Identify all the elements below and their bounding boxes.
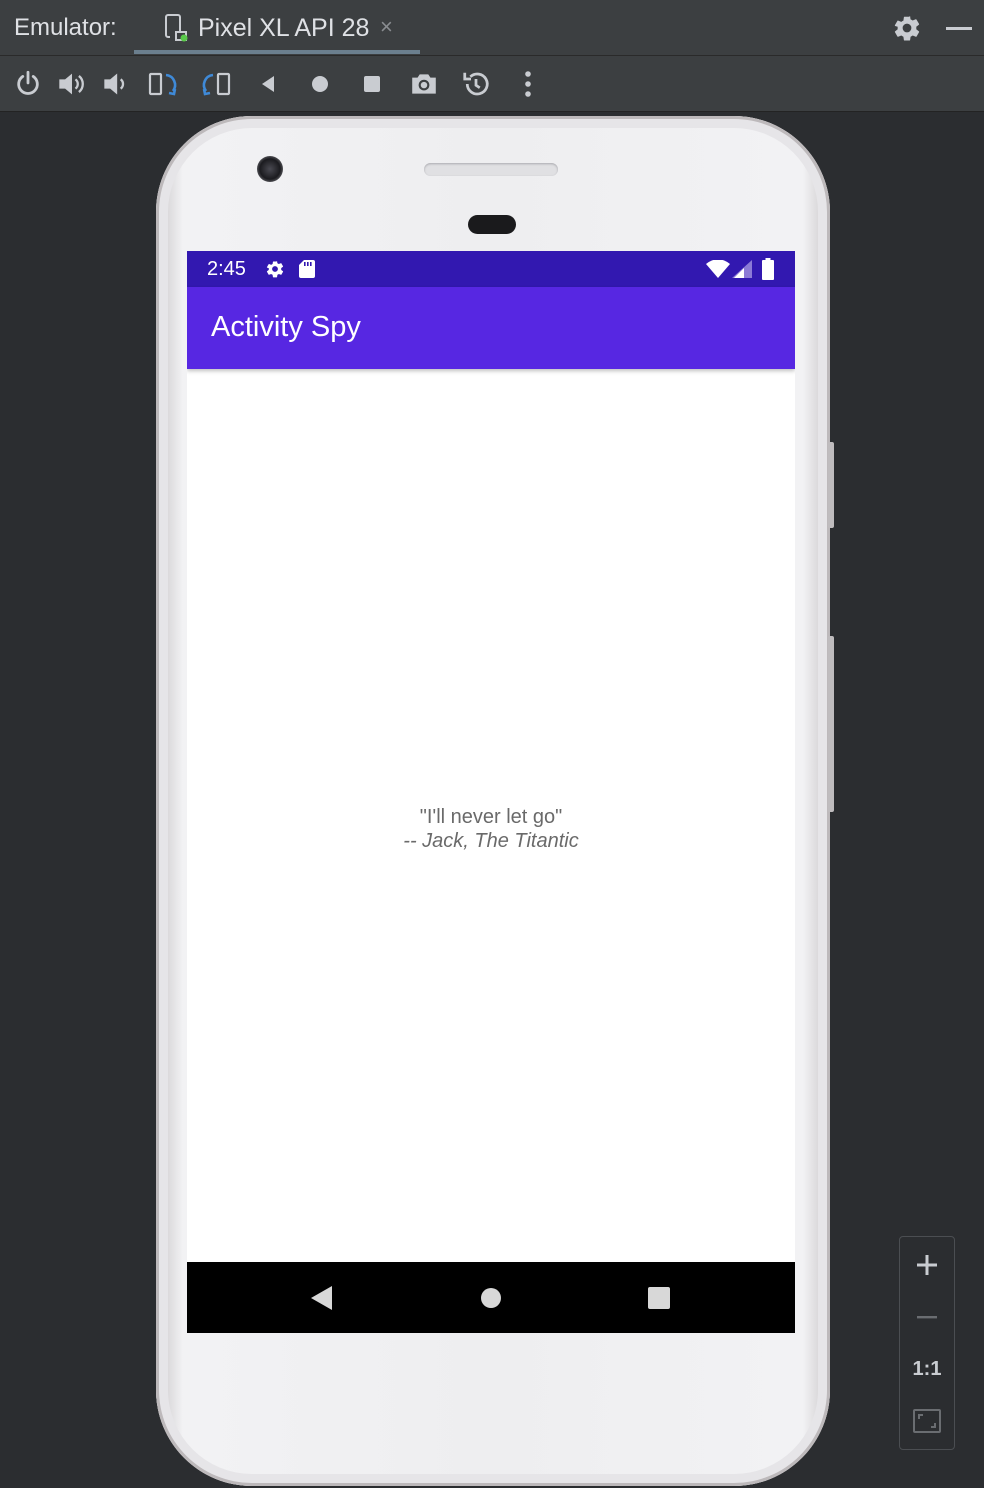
sd-card-icon bbox=[299, 260, 315, 283]
screenshot-icon[interactable] bbox=[408, 68, 440, 100]
app-toolbar: Activity Spy bbox=[187, 287, 795, 369]
volume-rocker[interactable] bbox=[828, 636, 834, 812]
minimize-icon[interactable] bbox=[946, 27, 972, 30]
proximity-sensor bbox=[468, 215, 516, 234]
power-icon[interactable] bbox=[12, 68, 44, 100]
active-tab-indicator bbox=[134, 50, 420, 54]
power-button[interactable] bbox=[828, 442, 834, 528]
tab-label: Pixel XL API 28 bbox=[198, 14, 370, 42]
zoom-controls: 1:1 bbox=[899, 1236, 955, 1450]
app-title: Activity Spy bbox=[211, 311, 361, 343]
snapshot-icon[interactable] bbox=[460, 68, 492, 100]
nav-overview-icon[interactable] bbox=[648, 1287, 670, 1314]
emulator-tab-bar: Emulator: Pixel XL API 28 × bbox=[0, 0, 984, 56]
earpiece-speaker bbox=[424, 163, 558, 176]
quote-author: -- Jack, The Titantic bbox=[403, 830, 579, 852]
cell-signal-icon bbox=[732, 260, 752, 283]
zoom-in-icon[interactable] bbox=[900, 1239, 954, 1291]
status-bar: 2:45 bbox=[187, 251, 795, 287]
front-camera bbox=[257, 156, 283, 182]
quote-text: "I'll never let go" bbox=[419, 806, 563, 828]
overview-icon[interactable] bbox=[356, 68, 388, 100]
device-icon bbox=[164, 14, 190, 47]
zoom-out-icon[interactable] bbox=[900, 1291, 954, 1343]
zoom-actual-size-button[interactable]: 1:1 bbox=[900, 1343, 954, 1395]
system-navigation-bar bbox=[187, 1262, 795, 1333]
nav-back-icon[interactable] bbox=[311, 1286, 333, 1315]
volume-up-icon[interactable] bbox=[56, 68, 88, 100]
back-icon[interactable] bbox=[252, 68, 284, 100]
close-tab-icon[interactable]: × bbox=[380, 14, 393, 40]
tab-pixel-xl-api-28[interactable]: Pixel XL API 28 × bbox=[134, 0, 420, 56]
device-screen[interactable]: 2:45 Activity Spy "I'll never let go" --… bbox=[187, 251, 795, 1333]
volume-down-icon[interactable] bbox=[100, 68, 132, 100]
emulator-toolbar bbox=[0, 56, 984, 112]
emulator-title: Emulator: bbox=[14, 14, 117, 41]
wifi-icon bbox=[706, 259, 730, 283]
rotate-left-icon[interactable] bbox=[148, 68, 180, 100]
nav-home-icon[interactable] bbox=[480, 1287, 502, 1314]
rotate-right-icon[interactable] bbox=[200, 68, 232, 100]
more-icon[interactable] bbox=[512, 68, 544, 100]
gear-icon[interactable] bbox=[892, 13, 922, 48]
settings-icon bbox=[265, 259, 285, 284]
status-time: 2:45 bbox=[207, 258, 246, 280]
quote-block: "I'll never let go" -- Jack, The Titanti… bbox=[187, 805, 795, 853]
battery-icon bbox=[762, 258, 774, 285]
home-icon[interactable] bbox=[304, 68, 336, 100]
zoom-fit-screen-icon[interactable] bbox=[900, 1395, 954, 1447]
